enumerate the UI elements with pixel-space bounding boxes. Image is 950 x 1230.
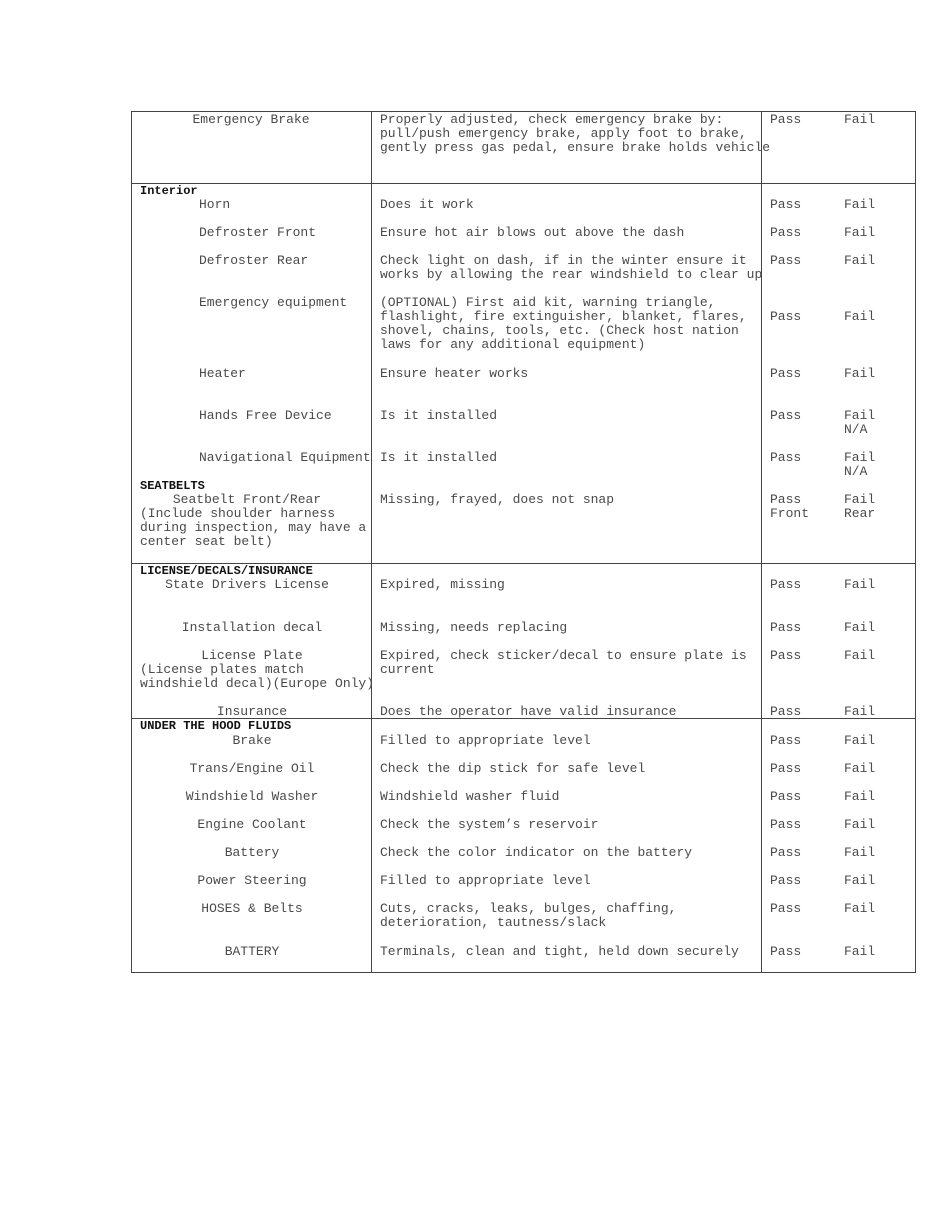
- item-description: Check the color indicator on the battery: [380, 845, 693, 860]
- item-description: Missing, frayed, does not snap: [380, 492, 615, 507]
- item-description: Check the system’s reservoir: [380, 817, 599, 832]
- item-description: Check the dip stick for safe level: [380, 761, 646, 776]
- pass-option[interactable]: Pass: [770, 226, 801, 240]
- item-name: Installation decal: [181, 620, 323, 635]
- fail-option[interactable]: Fail: [844, 578, 875, 592]
- item-description: Is it installed: [380, 450, 498, 465]
- table-border-right: [915, 111, 916, 973]
- item-description: Expired, check sticker/decal to ensure p…: [380, 648, 747, 677]
- fail-option[interactable]: Fail: [844, 367, 875, 381]
- table-border-bottom: [131, 972, 916, 973]
- item-description: Missing, needs replacing: [380, 620, 568, 635]
- fail-option[interactable]: Fail: [844, 818, 875, 832]
- fail-option[interactable]: Fail: [844, 705, 875, 719]
- item-description: Does it work: [380, 197, 474, 212]
- section-header-seatbelts: SEATBELTS: [140, 479, 205, 493]
- pass-option[interactable]: Pass: [770, 945, 801, 959]
- pass-option[interactable]: Pass: [770, 578, 801, 592]
- item-description: Expired, missing: [380, 577, 505, 592]
- fail-option[interactable]: Fail: [844, 874, 875, 888]
- item-description: Windshield washer fluid: [380, 789, 560, 804]
- pass-option[interactable]: Pass: [770, 254, 801, 268]
- pass-option[interactable]: Pass: [770, 367, 801, 381]
- fail-option[interactable]: Fail: [844, 310, 875, 324]
- item-name: Emergency Brake: [192, 112, 310, 127]
- pass-option[interactable]: Pass: [770, 451, 801, 465]
- section-header-license: LICENSE/DECALS/INSURANCE: [140, 564, 313, 578]
- fail-option[interactable]: Fail: [844, 846, 875, 860]
- item-description: Cuts, cracks, leaks, bulges, chaffing, d…: [380, 901, 677, 930]
- fail-option[interactable]: Fail: [844, 621, 875, 635]
- item-description: Is it installed: [380, 408, 498, 423]
- item-name: Trans/Engine Oil: [189, 761, 315, 776]
- item-note: (Include shoulder harness during inspect…: [140, 506, 367, 549]
- pass-option[interactable]: Pass: [770, 734, 801, 748]
- section-header-interior: Interior: [140, 184, 198, 198]
- item-description: Does the operator have valid insurance: [380, 704, 677, 719]
- item-name: State Drivers License: [165, 577, 329, 592]
- pass-option[interactable]: Pass: [770, 902, 801, 916]
- item-description: Ensure heater works: [380, 366, 529, 381]
- pass-option[interactable]: Pass: [770, 874, 801, 888]
- item-name: License Plate: [201, 648, 303, 663]
- fail-option[interactable]: Fail: [844, 734, 875, 748]
- fail-option[interactable]: Fail: [844, 945, 875, 959]
- item-name: BATTERY: [224, 944, 280, 959]
- fail-option[interactable]: Fail: [844, 649, 875, 663]
- item-description: Properly adjusted, check emergency brake…: [380, 112, 771, 155]
- fail-option[interactable]: Fail: [844, 226, 875, 240]
- pass-option[interactable]: Pass: [770, 409, 801, 423]
- pass-option[interactable]: Pass: [770, 310, 801, 324]
- item-description: Terminals, clean and tight, held down se…: [380, 944, 739, 959]
- fail-option[interactable]: Fail: [844, 198, 875, 212]
- pass-option[interactable]: Pass: [770, 705, 801, 719]
- item-name: Insurance: [216, 704, 288, 719]
- item-description: (OPTIONAL) First aid kit, warning triang…: [380, 295, 747, 352]
- pass-option[interactable]: Pass: [770, 649, 801, 663]
- pass-option[interactable]: Pass: [770, 790, 801, 804]
- pass-option[interactable]: Pass: [770, 762, 801, 776]
- item-description: Check light on dash, if in the winter en…: [380, 253, 763, 282]
- fail-option[interactable]: Fail N/A: [844, 451, 875, 479]
- pass-option[interactable]: Pass: [770, 198, 801, 212]
- item-name: Windshield Washer: [185, 789, 319, 804]
- fail-option[interactable]: Fail: [844, 790, 875, 804]
- item-name: Seatbelt Front/Rear: [172, 492, 322, 507]
- item-name: Brake: [232, 733, 272, 748]
- fail-option[interactable]: Fail: [844, 254, 875, 268]
- item-description: Filled to appropriate level: [380, 733, 591, 748]
- pass-option[interactable]: Pass: [770, 621, 801, 635]
- fail-option[interactable]: Fail: [844, 762, 875, 776]
- pass-option[interactable]: Pass: [770, 113, 801, 127]
- item-note: (License plates match windshield decal)(…: [140, 662, 375, 691]
- row-divider: [131, 183, 916, 184]
- item-description: Filled to appropriate level: [380, 873, 591, 888]
- pass-option[interactable]: Pass: [770, 818, 801, 832]
- fail-option[interactable]: Fail: [844, 113, 875, 127]
- column-divider: [761, 111, 762, 973]
- pass-option[interactable]: Pass: [770, 846, 801, 860]
- item-name: Engine Coolant: [197, 817, 307, 832]
- item-name: HOSES & Belts: [201, 901, 303, 916]
- fail-option[interactable]: Fail N/A: [844, 409, 875, 437]
- item-name: Battery: [224, 845, 280, 860]
- item-name: Power Steering: [197, 873, 307, 888]
- table-border-left: [131, 111, 132, 973]
- section-header-under-hood: UNDER THE HOOD FLUIDS: [140, 719, 292, 733]
- column-divider: [371, 111, 372, 973]
- item-description: Ensure hot air blows out above the dash: [380, 225, 685, 240]
- fail-option[interactable]: Fail: [844, 902, 875, 916]
- pass-option[interactable]: Pass Front: [770, 493, 809, 521]
- fail-option[interactable]: Fail Rear: [844, 493, 875, 521]
